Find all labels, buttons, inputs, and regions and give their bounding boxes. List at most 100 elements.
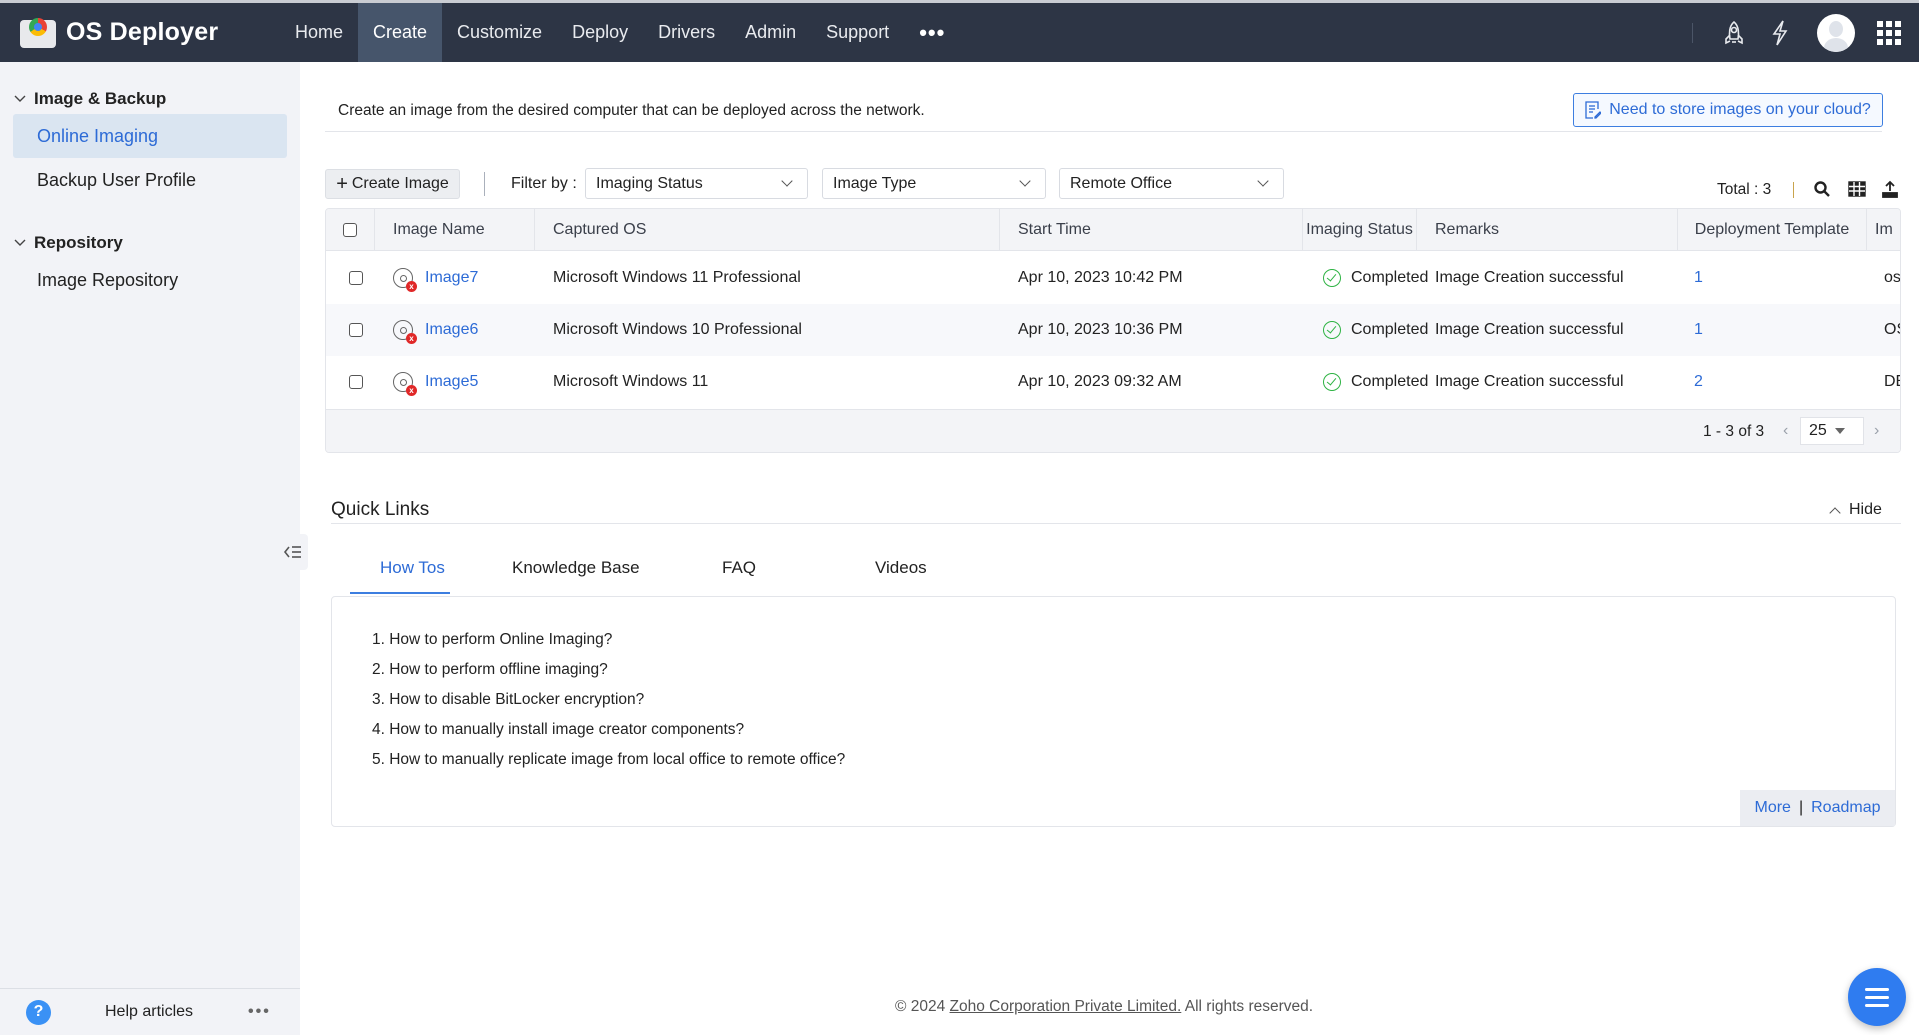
brand[interactable]: OS Deployer <box>20 16 280 50</box>
divider <box>325 131 1882 132</box>
help-icon[interactable]: ? <box>26 999 51 1025</box>
tab-knowledge-base[interactable]: Knowledge Base <box>512 558 640 594</box>
roadmap-link[interactable]: Roadmap <box>1811 799 1880 817</box>
column-header-deployment-template[interactable]: Deployment Template <box>1678 209 1867 251</box>
disc-image-error-icon: x <box>393 268 417 292</box>
column-header-remarks[interactable]: Remarks <box>1417 209 1678 251</box>
nav-item-admin[interactable]: Admin <box>730 3 811 62</box>
lightning-icon[interactable] <box>1767 20 1793 46</box>
cloud-storage-label: Need to store images on your cloud? <box>1609 101 1871 118</box>
create-image-button[interactable]: + Create Image <box>325 169 460 199</box>
deployment-template-link[interactable]: 2 <box>1694 373 1703 391</box>
user-avatar[interactable] <box>1817 13 1855 52</box>
deployment-template-cell: 2 <box>1694 356 1703 408</box>
more-options-button[interactable]: ••• <box>248 1003 271 1021</box>
column-header-truncated[interactable]: Im <box>1867 209 1900 251</box>
apps-grid-icon[interactable] <box>1877 20 1901 45</box>
imaging-status-cell: Completed <box>1323 304 1428 356</box>
cloud-storage-button[interactable]: Need to store images on your cloud? <box>1573 93 1883 127</box>
image-name-link[interactable]: Image5 <box>425 373 478 391</box>
imaging-status-filter[interactable]: Imaging Status <box>585 168 808 199</box>
tab-videos[interactable]: Videos <box>875 558 927 594</box>
page-size-value: 25 <box>1809 422 1827 439</box>
nav-item-support[interactable]: Support <box>811 3 904 62</box>
search-icon[interactable] <box>1812 179 1832 199</box>
column-header-imaging-status[interactable]: Imaging Status <box>1303 209 1417 251</box>
chevron-down-icon <box>14 92 26 106</box>
export-icon[interactable] <box>1880 179 1900 199</box>
check-circle-icon <box>1323 373 1341 391</box>
next-page-button[interactable]: › <box>1874 422 1879 440</box>
nav-right-actions <box>1692 3 1901 62</box>
start-time-cell: Apr 10, 2023 10:36 PM <box>1018 321 1183 338</box>
sidebar-group-image-backup[interactable]: Image & Backup <box>0 84 300 114</box>
nav-item-deploy[interactable]: Deploy <box>557 3 643 62</box>
check-circle-icon <box>1323 321 1341 339</box>
table-row[interactable]: x Image7 Microsoft Windows 11 Profession… <box>326 252 1901 304</box>
total-count: Total : 3 <box>1717 181 1772 198</box>
deployment-template-link[interactable]: 1 <box>1694 269 1703 287</box>
divider <box>331 523 1901 524</box>
divider <box>1793 182 1794 198</box>
column-header-captured-os[interactable]: Captured OS <box>535 209 1000 251</box>
column-header-start-time[interactable]: Start Time <box>1000 209 1303 251</box>
table-row[interactable]: x Image6 Microsoft Windows 10 Profession… <box>326 304 1900 356</box>
os-deployer-logo-icon <box>20 16 56 50</box>
table-header: Image Name Captured OS Start Time Imagin… <box>326 209 1900 251</box>
captured-os-cell: Microsoft Windows 11 <box>553 373 709 390</box>
create-image-label: Create Image <box>351 175 449 192</box>
sidebar-group-repository[interactable]: Repository <box>0 228 300 258</box>
quick-links-footer: More | Roadmap <box>1740 790 1895 826</box>
row-checkbox[interactable] <box>349 271 363 285</box>
row-checkbox-cell <box>349 304 363 356</box>
image-name-link[interactable]: Image6 <box>425 321 478 339</box>
nav-more-button[interactable]: ••• <box>904 3 960 62</box>
list-item[interactable]: 3. How to disable BitLocker encryption? <box>372 685 845 715</box>
deployment-template-link[interactable]: 1 <box>1694 321 1703 339</box>
nav-item-create[interactable]: Create <box>358 3 443 62</box>
table-footer: 1 - 3 of 3 ‹ 25 › <box>326 409 1900 452</box>
hide-label: Hide <box>1849 501 1882 518</box>
column-chooser-icon[interactable] <box>1847 179 1867 199</box>
table-row[interactable]: x Image5 Microsoft Windows 11 Apr 10, 20… <box>326 356 1900 408</box>
sidebar-item-image-repository[interactable]: Image Repository <box>13 258 287 302</box>
copyright-prefix: © 2024 <box>895 998 946 1015</box>
list-item[interactable]: 1. How to perform Online Imaging? <box>372 625 845 655</box>
rocket-icon[interactable] <box>1721 20 1747 46</box>
list-item[interactable]: 4. How to manually install image creator… <box>372 715 845 745</box>
list-item[interactable]: 2. How to perform offline imaging? <box>372 655 845 685</box>
app-title: OS Deployer <box>66 18 219 46</box>
tab-faq[interactable]: FAQ <box>722 558 756 594</box>
row-checkbox[interactable] <box>349 323 363 337</box>
image-type-filter[interactable]: Image Type <box>822 168 1046 199</box>
captured-os-cell: Microsoft Windows 10 Professional <box>553 321 802 338</box>
nav-item-home[interactable]: Home <box>280 3 358 62</box>
divider <box>1692 22 1693 43</box>
nav-item-drivers[interactable]: Drivers <box>643 3 730 62</box>
company-link[interactable]: Zoho Corporation Private Limited. <box>950 998 1182 1015</box>
help-articles-link[interactable]: Help articles <box>105 1003 193 1021</box>
floating-menu-button[interactable] <box>1848 968 1906 1026</box>
column-header-image-name[interactable]: Image Name <box>375 209 535 251</box>
more-link[interactable]: More <box>1755 799 1791 817</box>
sidebar-item-online-imaging[interactable]: Online Imaging <box>13 114 287 158</box>
copyright-suffix: All rights reserved. <box>1184 998 1314 1015</box>
image-name-link[interactable]: Image7 <box>425 269 478 287</box>
remote-office-filter[interactable]: Remote Office <box>1059 168 1284 199</box>
previous-page-button[interactable]: ‹ <box>1783 422 1788 440</box>
sidebar-item-backup-user-profile[interactable]: Backup User Profile <box>13 158 287 202</box>
list-item[interactable]: 5. How to manually replicate image from … <box>372 745 845 775</box>
nav-item-customize[interactable]: Customize <box>442 3 557 62</box>
page-size-select[interactable]: 25 <box>1800 417 1864 445</box>
row-checkbox[interactable] <box>349 375 363 389</box>
imaging-status-value: Imaging Status <box>596 174 703 192</box>
select-all-checkbox[interactable] <box>343 223 357 237</box>
hide-quick-links-button[interactable]: Hide <box>1829 501 1882 519</box>
tab-how-tos[interactable]: How Tos <box>380 558 445 594</box>
imaging-status-cell: Completed <box>1323 356 1428 408</box>
truncated-cell: os <box>1884 269 1901 286</box>
disc-image-error-icon: x <box>393 372 417 396</box>
remarks-cell: Image Creation successful <box>1435 321 1624 338</box>
check-circle-icon <box>1323 269 1341 287</box>
image-name-cell: x Image6 <box>393 304 478 356</box>
